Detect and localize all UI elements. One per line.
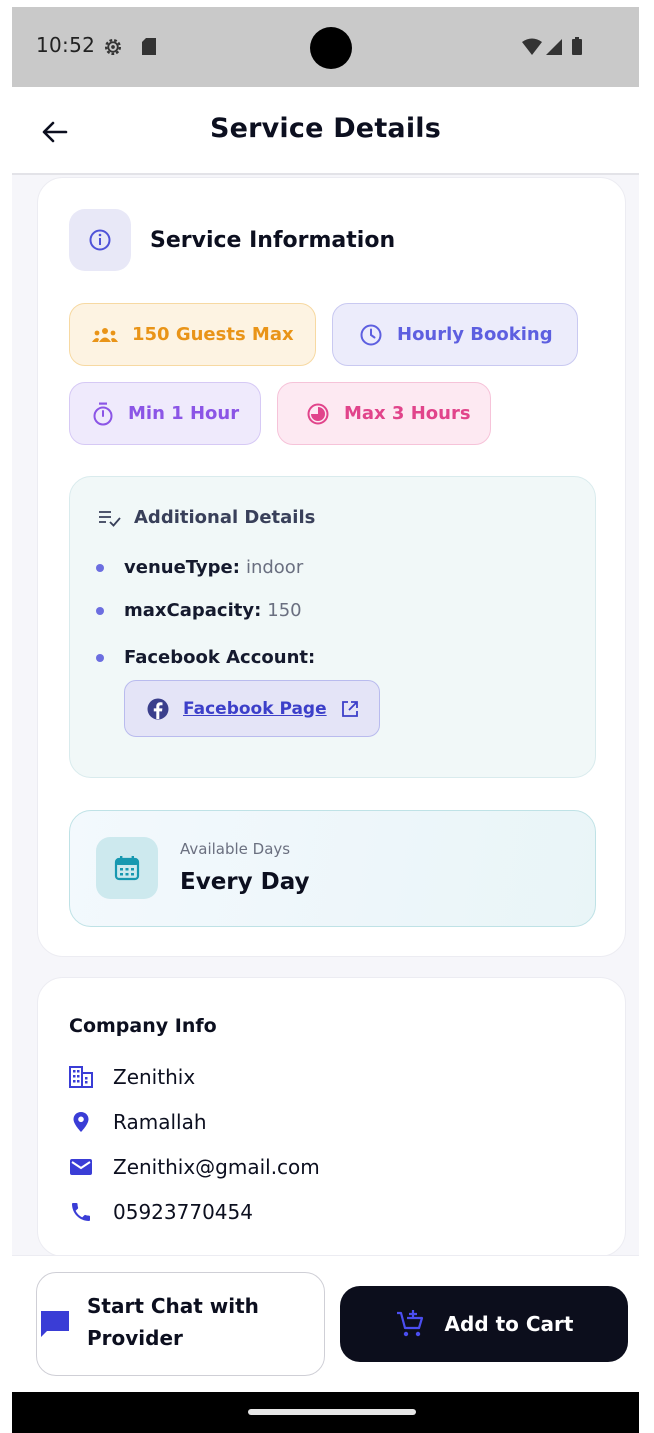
bullet [96,606,104,615]
cellular-signal-icon [546,39,562,55]
max-hours-chip: Max 3 Hours [277,382,491,445]
checklist-icon [99,510,121,527]
company-info-card: Company Info Zenithix Ramallah Zenithix@… [37,977,626,1257]
section-title: Service Information [150,228,396,253]
business-building-icon [69,1066,93,1088]
status-bar: 10:52 [12,7,639,87]
half-circle-icon [307,403,329,424]
detail-row-venue-type: venueType: indoor [96,557,303,578]
company-name: Zenithix [113,1065,196,1089]
settings-gear-icon [104,38,122,56]
app-bar: Service Details [12,87,639,175]
group-icon [92,327,118,342]
home-indicator[interactable] [248,1409,416,1415]
detail-key: Facebook Account: [124,647,316,668]
page-title: Service Details [209,113,442,144]
detail-key: venueType: [124,557,240,578]
facebook-page-label: Facebook Page [183,698,327,719]
detail-key: maxCapacity: [124,600,262,621]
bullet [96,563,104,572]
bullet [96,653,104,662]
bottom-action-bar: Start Chat with Provider Add to Cart [12,1255,639,1392]
timer-icon [93,402,113,425]
facebook-page-link[interactable]: Facebook Page [124,680,380,737]
info-circle-icon [89,229,111,251]
add-shopping-cart-icon [396,1310,423,1337]
calendar-icon [114,856,140,881]
add-to-cart-button[interactable]: Add to Cart [340,1286,628,1362]
facebook-icon [147,698,169,719]
calendar-icon-container [96,837,158,899]
detail-value: 150 [267,600,302,621]
status-time: 10:52 [36,33,96,57]
available-days-label: Available Days [180,840,291,858]
additional-details-header: Additional Details [98,507,315,528]
chip-label: Min 1 Hour [128,403,240,424]
company-email: Zenithix@gmail.com [113,1155,320,1179]
chip-label: Hourly Booking [397,324,553,345]
phone-icon [72,1203,90,1221]
detail-value: indoor [245,557,304,578]
wifi-icon [522,38,542,55]
open-external-icon [341,700,358,717]
company-name-row: Zenithix [69,1065,195,1089]
company-phone: 05923770454 [113,1200,253,1224]
company-email-row[interactable]: Zenithix@gmail.com [69,1155,320,1179]
additional-details-title: Additional Details [134,507,316,528]
detail-row-facebook-account: Facebook Account: [96,647,321,668]
available-days-value: Every Day [180,869,310,895]
chat-bubble-icon [41,1311,69,1337]
company-location-row: Ramallah [69,1110,207,1134]
battery-icon [572,37,582,55]
detail-row-max-capacity: maxCapacity: 150 [96,600,302,621]
camera-cutout [310,27,352,69]
system-navigation-bar [12,1392,639,1433]
chip-label: 150 Guests Max [132,324,294,345]
available-days-box: Available Days Every Day [69,810,596,927]
min-hour-chip: Min 1 Hour [69,382,261,445]
additional-details-box: Additional Details venueType: indoor max… [69,476,596,778]
clock-icon [360,324,382,345]
start-chat-button[interactable]: Start Chat with Provider [36,1272,325,1376]
phone-screen: 10:52 Service Details Service Informatio… [12,7,639,1433]
hourly-booking-chip: Hourly Booking [332,303,578,366]
sd-card-icon [142,38,156,55]
start-chat-label: Start Chat with Provider [87,1294,259,1350]
email-icon [70,1159,92,1175]
chip-label: Max 3 Hours [344,403,471,424]
guests-chip: 150 Guests Max [69,303,316,366]
add-to-cart-label: Add to Cart [444,1312,574,1336]
company-location: Ramallah [113,1110,207,1134]
location-pin-icon [73,1112,89,1132]
company-info-title: Company Info [69,1015,217,1037]
service-information-card: Service Information 150 Guests Max Hourl… [37,177,626,957]
company-phone-row[interactable]: 05923770454 [69,1200,253,1224]
info-icon-container [69,209,131,271]
